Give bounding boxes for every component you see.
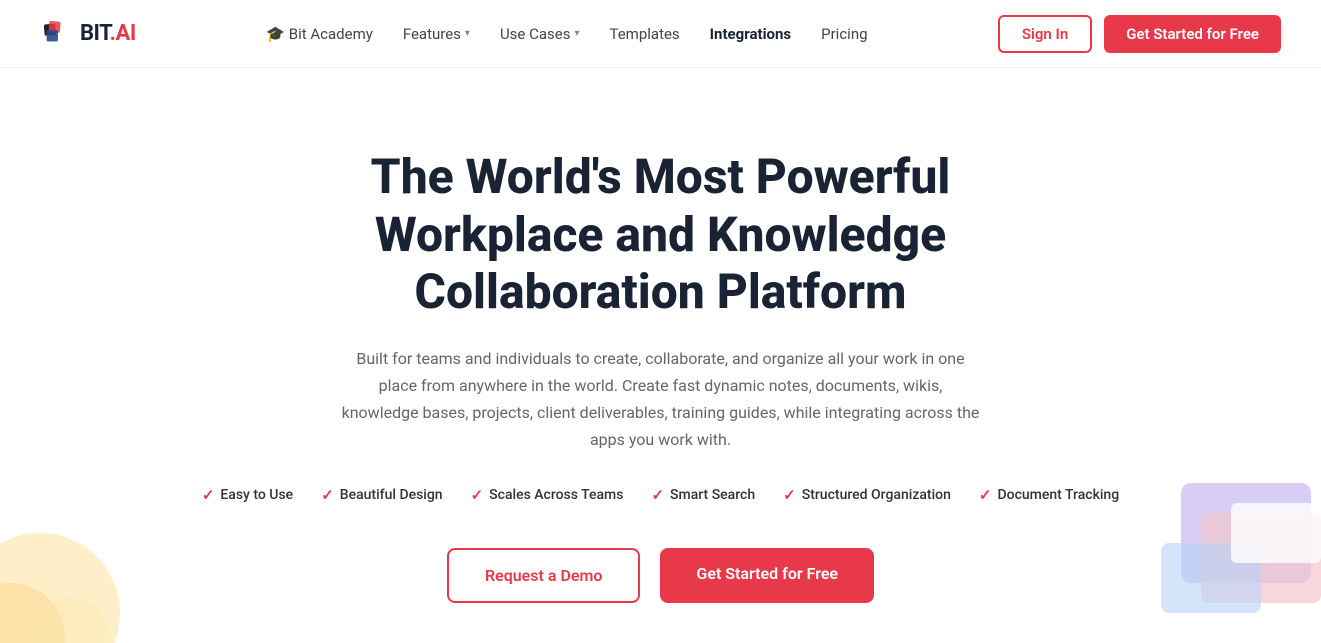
nav-actions: Sign In Get Started for Free [998, 15, 1281, 53]
nav-item-templates: Templates [598, 19, 692, 49]
feature-smart-search: ✓ Smart Search [651, 486, 755, 504]
check-icon-easy-use: ✓ [202, 486, 215, 504]
logo-text: BIT.AI [80, 21, 136, 46]
check-icon-doc-tracking: ✓ [979, 486, 992, 504]
chevron-down-icon-2: ▾ [574, 28, 579, 39]
chevron-down-icon: ▾ [465, 28, 470, 39]
nav-item-integrations: Integrations [698, 19, 803, 49]
feature-list: ✓ Easy to Use ✓ Beautiful Design ✓ Scale… [20, 486, 1301, 504]
bit-logo-icon [40, 17, 74, 51]
nav-link-features[interactable]: Features ▾ [391, 19, 482, 49]
get-started-nav-button[interactable]: Get Started for Free [1104, 15, 1281, 53]
hero-section: The World's Most Powerful Workplace and … [0, 68, 1321, 643]
hero-subtitle: Built for teams and individuals to creat… [341, 345, 981, 454]
check-icon-structured-org: ✓ [783, 486, 796, 504]
check-icon-smart-search: ✓ [651, 486, 664, 504]
check-icon-beautiful-design: ✓ [321, 486, 334, 504]
feature-beautiful-design: ✓ Beautiful Design [321, 486, 442, 504]
nav-link-integrations[interactable]: Integrations [698, 19, 803, 49]
get-started-hero-button[interactable]: Get Started for Free [660, 548, 874, 603]
nav-item-features: Features ▾ [391, 19, 482, 49]
nav-item-bit-academy: 🎓 Bit Academy [254, 19, 385, 49]
nav-link-bit-academy[interactable]: 🎓 Bit Academy [254, 19, 385, 49]
nav-link-pricing[interactable]: Pricing [809, 19, 879, 49]
feature-scales-teams: ✓ Scales Across Teams [471, 486, 624, 504]
mortarboard-icon: 🎓 [266, 25, 285, 43]
signin-button[interactable]: Sign In [998, 15, 1092, 53]
feature-structured-org: ✓ Structured Organization [783, 486, 951, 504]
feature-doc-tracking: ✓ Document Tracking [979, 486, 1119, 504]
hero-title: The World's Most Powerful Workplace and … [251, 148, 1071, 321]
logo[interactable]: BIT.AI [40, 17, 136, 51]
nav-item-use-cases: Use Cases ▾ [488, 19, 592, 49]
cta-buttons: Request a Demo Get Started for Free [20, 548, 1301, 603]
check-icon-scales-teams: ✓ [471, 486, 484, 504]
nav-item-pricing: Pricing [809, 19, 879, 49]
nav-link-templates[interactable]: Templates [598, 19, 692, 49]
feature-easy-use: ✓ Easy to Use [202, 486, 293, 504]
nav-link-use-cases[interactable]: Use Cases ▾ [488, 19, 592, 49]
nav-links: 🎓 Bit Academy Features ▾ Use Cases ▾ Tem… [254, 19, 879, 49]
navbar: BIT.AI 🎓 Bit Academy Features ▾ Use Case… [0, 0, 1321, 68]
request-demo-button[interactable]: Request a Demo [447, 548, 640, 603]
